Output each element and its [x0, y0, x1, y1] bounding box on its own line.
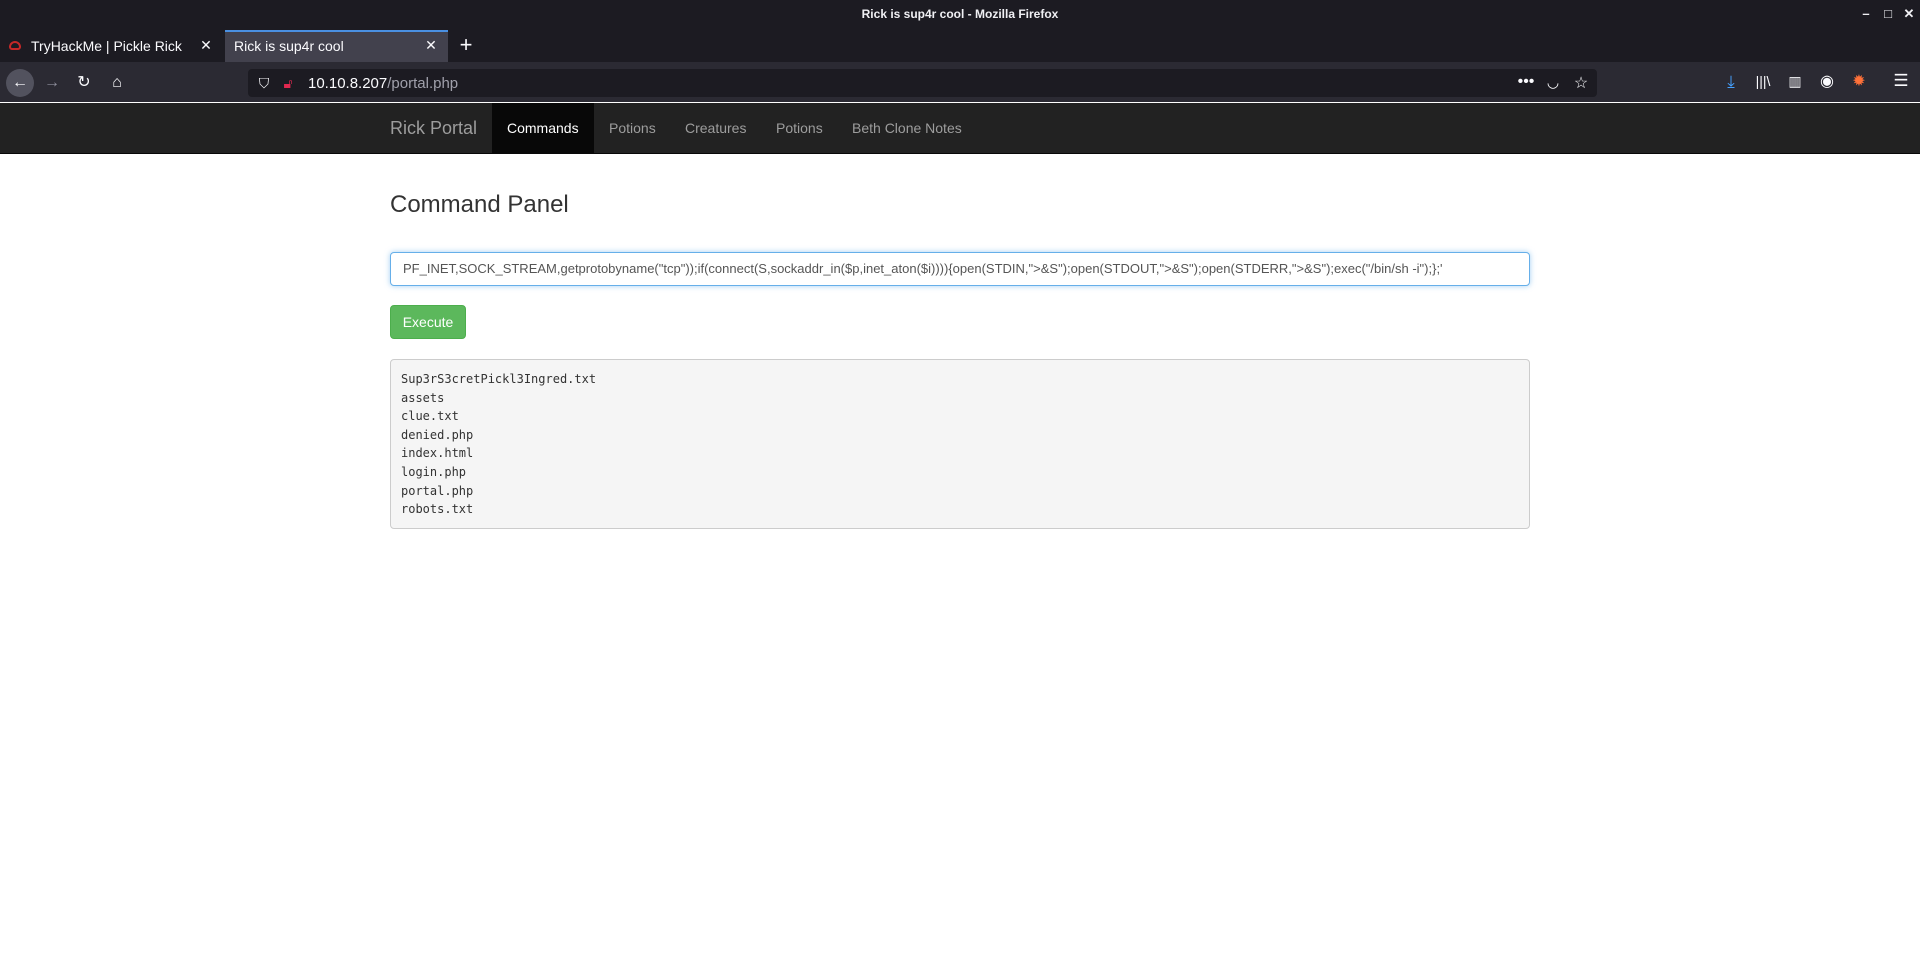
- minimize-button[interactable]: –: [1857, 5, 1875, 23]
- site-navbar: Rick Portal Commands Potions Creatures P…: [0, 103, 1920, 154]
- output-line: Sup3rS3cretPickl3Ingred.txt: [401, 372, 597, 386]
- maximize-button[interactable]: □: [1879, 5, 1897, 23]
- extension-icon[interactable]: ✹: [1848, 71, 1870, 91]
- window-title: Rick is sup4r cool - Mozilla Firefox: [861, 7, 1059, 21]
- menu-icon[interactable]: ☰: [1890, 71, 1912, 91]
- output-line: denied.php: [401, 427, 474, 442]
- home-icon: ⌂: [112, 74, 122, 91]
- pocket-icon[interactable]: ◡: [1544, 74, 1562, 91]
- reload-icon: ↻: [77, 74, 91, 91]
- back-icon: ←: [12, 74, 28, 91]
- sidebar-icon[interactable]: ▥: [1784, 73, 1806, 90]
- tab-label: TryHackMe | Pickle Rick: [31, 38, 182, 54]
- command-input[interactable]: PF_INET,SOCK_STREAM,getprotobyname("tcp"…: [390, 252, 1530, 286]
- output-line: index.html: [401, 446, 474, 461]
- shield-icon[interactable]: ⛉: [256, 75, 272, 92]
- command-output: Sup3rS3cretPickl3Ingred.txt assets clue.tx…: [390, 359, 1530, 529]
- download-icon[interactable]: ⤓: [1720, 72, 1742, 92]
- home-button[interactable]: ⌂: [103, 69, 131, 97]
- tab-rick-portal[interactable]: Rick is sup4r cool ✕: [225, 30, 448, 62]
- nav-beth-clone-notes[interactable]: Beth Clone Notes: [837, 103, 977, 153]
- url-text[interactable]: 10.10.8.207/portal.php: [308, 75, 458, 92]
- tab-label: Rick is sup4r cool: [234, 38, 344, 54]
- tab-tryhackme[interactable]: TryHackMe | Pickle Rick ✕: [0, 30, 223, 62]
- window-titlebar: Rick is sup4r cool - Mozilla Firefox – □…: [0, 0, 1920, 30]
- forward-icon: →: [44, 74, 60, 91]
- brand-link[interactable]: Rick Portal: [390, 118, 477, 139]
- nav-commands[interactable]: Commands: [492, 103, 594, 153]
- more-icon[interactable]: •••: [1516, 73, 1536, 91]
- tryhackme-favicon-icon: [9, 41, 21, 50]
- back-button[interactable]: ←: [6, 69, 34, 97]
- nav-potions[interactable]: Potions: [594, 103, 671, 153]
- account-icon[interactable]: ◉: [1816, 71, 1838, 91]
- nav-potions-2[interactable]: Potions: [761, 103, 838, 153]
- forward-button[interactable]: →: [38, 69, 66, 97]
- insecure-lock-icon[interactable]: 🔓︎: [280, 75, 296, 92]
- output-line: assets: [401, 390, 445, 405]
- page-title: Command Panel: [390, 191, 569, 218]
- nav-creatures[interactable]: Creatures: [670, 103, 761, 153]
- output-line: portal.php: [401, 483, 474, 498]
- library-icon[interactable]: |||\: [1752, 73, 1774, 89]
- execute-button[interactable]: Execute: [390, 305, 466, 339]
- bookmark-star-icon[interactable]: ☆: [1572, 73, 1590, 93]
- output-line: robots.txt: [401, 502, 474, 517]
- output-line: login.php: [401, 464, 467, 479]
- close-window-button[interactable]: ✕: [1900, 5, 1918, 23]
- address-bar[interactable]: ⛉ 🔓︎ 10.10.8.207/portal.php ••• ◡ ☆: [248, 69, 1597, 97]
- output-line: clue.txt: [401, 409, 459, 424]
- new-tab-button[interactable]: +: [455, 34, 477, 56]
- reload-button[interactable]: ↻: [70, 69, 98, 97]
- close-tab-icon[interactable]: ✕: [422, 36, 440, 54]
- close-tab-icon[interactable]: ✕: [197, 36, 215, 54]
- tab-strip: TryHackMe | Pickle Rick ✕ Rick is sup4r …: [0, 30, 1920, 62]
